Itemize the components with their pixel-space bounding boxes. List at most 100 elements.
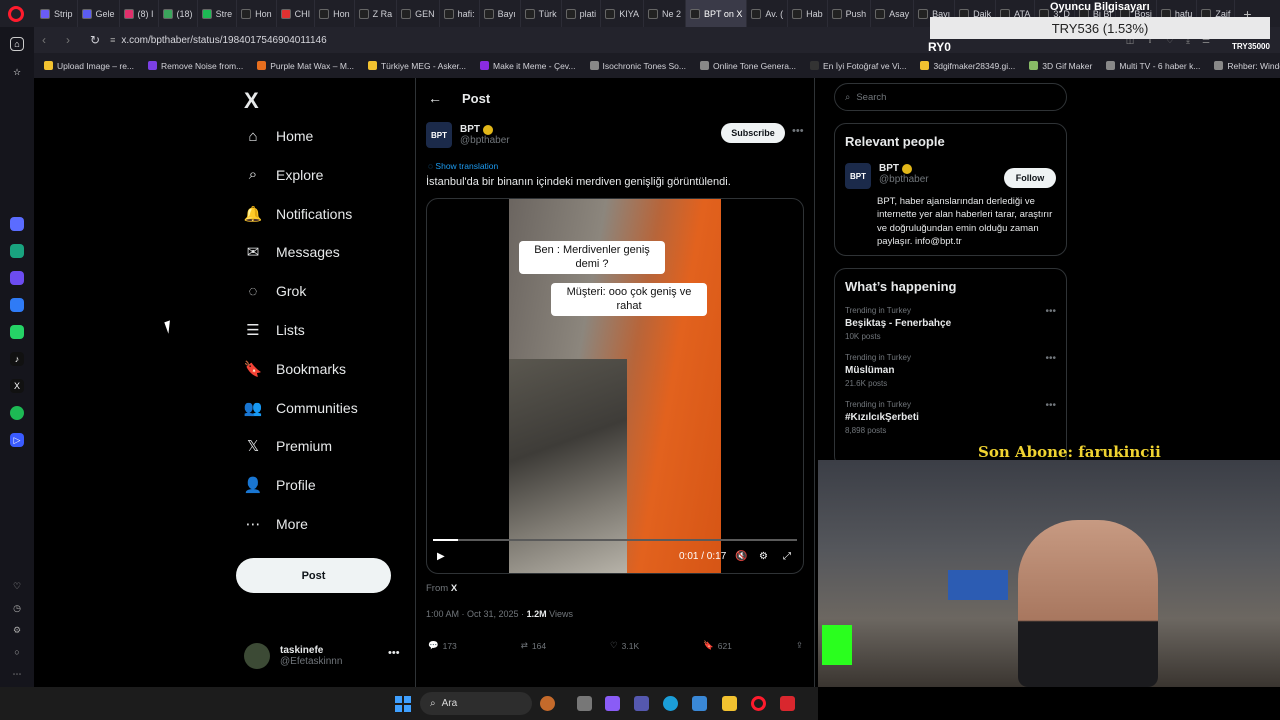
nav-item-bookmarks[interactable]: 🔖 Bookmarks bbox=[244, 360, 346, 378]
trend-item[interactable]: Trending in Turkey Müslüman 21.6K posts ••• bbox=[845, 353, 1056, 388]
share-button[interactable]: ⇪ bbox=[796, 640, 803, 651]
nav-item-explore[interactable]: ⌕ Explore bbox=[244, 166, 324, 184]
browser-tab[interactable]: Türk bbox=[521, 0, 562, 27]
follow-button[interactable]: Follow bbox=[1004, 168, 1056, 188]
url-field[interactable]: x.com/bpthaber/status/198401754690401114… bbox=[121, 35, 326, 46]
history-icon[interactable]: ◷ bbox=[10, 601, 24, 615]
bookmark-item[interactable]: En İyi Fotoğraf ve Vi... bbox=[810, 61, 906, 71]
repost-button[interactable]: ⇄ 164 bbox=[521, 640, 546, 651]
video-progress-bar[interactable] bbox=[433, 539, 797, 541]
copilot-icon[interactable] bbox=[605, 696, 620, 711]
aria-icon[interactable] bbox=[10, 217, 24, 231]
site-info-icon[interactable]: ≡ bbox=[110, 35, 115, 45]
nav-item-communities[interactable]: 👥 Communities bbox=[244, 399, 358, 417]
browser-tab[interactable]: Hon bbox=[237, 0, 277, 27]
author-name[interactable]: BPT bbox=[460, 124, 480, 135]
post-button[interactable]: Post bbox=[236, 558, 391, 593]
author-avatar[interactable]: BPT bbox=[426, 122, 452, 148]
opera-logo-icon[interactable] bbox=[8, 6, 24, 22]
spotify-icon[interactable] bbox=[10, 406, 24, 420]
bookmark-item[interactable]: Purple Mat Wax – M... bbox=[257, 61, 354, 71]
browser-tab[interactable]: Bayı bbox=[480, 0, 521, 27]
teams-icon[interactable] bbox=[634, 696, 649, 711]
nav-item-notifications[interactable]: 🔔 Notifications bbox=[244, 205, 353, 223]
browser-tab[interactable]: BPT on X bbox=[686, 0, 748, 27]
back-icon[interactable]: ‹ bbox=[42, 33, 58, 47]
heart-icon[interactable]: ♡ bbox=[10, 579, 24, 593]
x-app-icon[interactable]: X bbox=[10, 379, 24, 393]
nav-item-grok[interactable]: ◌ Grok bbox=[244, 282, 307, 300]
video-frame[interactable]: Ben : Merdivenler geniş demi ? Müşteri: … bbox=[509, 199, 721, 573]
more-icon[interactable]: ⋯ bbox=[10, 667, 24, 681]
store-icon[interactable] bbox=[692, 696, 707, 711]
video-settings-icon[interactable]: ⚙ bbox=[759, 551, 768, 562]
nav-item-more[interactable]: ⋯ More bbox=[244, 515, 308, 533]
search-input[interactable]: ⌕ Search bbox=[834, 83, 1067, 111]
whatsapp-icon[interactable] bbox=[10, 325, 24, 339]
nav-item-messages[interactable]: ✉ Messages bbox=[244, 243, 340, 261]
reply-button[interactable]: 💬 173 bbox=[428, 640, 457, 651]
browser-tab[interactable]: CHI bbox=[277, 0, 316, 27]
forward-icon[interactable]: › bbox=[66, 33, 82, 47]
back-arrow-icon[interactable]: ← bbox=[428, 90, 442, 106]
bookmark-item[interactable]: 3dgifmaker28349.gi... bbox=[920, 61, 1015, 71]
author-handle[interactable]: @bpthaber bbox=[460, 135, 510, 146]
messenger-icon[interactable] bbox=[10, 298, 24, 312]
nav-item-profile[interactable]: 👤 Profile bbox=[244, 476, 316, 494]
account-switcher[interactable]: taskinefe @Efetaskinnn ••• bbox=[244, 643, 400, 669]
browser-tab[interactable]: Hon bbox=[315, 0, 355, 27]
app-icon[interactable] bbox=[10, 271, 24, 285]
mute-icon[interactable]: 🔇 bbox=[735, 551, 747, 562]
like-button[interactable]: ♡ 3.1K bbox=[610, 640, 639, 651]
browser-tab[interactable]: Z Ra bbox=[355, 0, 398, 27]
tiktok-icon[interactable]: ♪ bbox=[10, 352, 24, 366]
nav-item-lists[interactable]: ☰ Lists bbox=[244, 321, 305, 339]
bookmark-item[interactable]: Isochronic Tones So... bbox=[589, 61, 686, 71]
browser-tab[interactable]: GEN bbox=[397, 0, 440, 27]
bookmark-item[interactable]: 3D Gif Maker bbox=[1029, 61, 1092, 71]
subscribe-button[interactable]: Subscribe bbox=[721, 123, 785, 143]
trend-more-icon[interactable]: ••• bbox=[1045, 306, 1056, 317]
person-name[interactable]: BPT bbox=[879, 163, 899, 174]
browser-tab[interactable]: Gele bbox=[78, 0, 120, 27]
bookmark-item[interactable]: Online Tone Genera... bbox=[700, 61, 796, 71]
bookmark-item[interactable]: Rehber: Windows 1... bbox=[1214, 61, 1280, 71]
edge-icon[interactable] bbox=[663, 696, 678, 711]
trend-more-icon[interactable]: ••• bbox=[1045, 353, 1056, 364]
show-translation-link[interactable]: ◌ Show translation bbox=[428, 161, 498, 171]
browser-tab[interactable]: Strip bbox=[36, 0, 78, 27]
more-icon[interactable]: ••• bbox=[388, 647, 400, 659]
windows-start-icon[interactable] bbox=[395, 696, 411, 712]
video-player[interactable]: Ben : Merdivenler geniş demi ? Müşteri: … bbox=[426, 198, 804, 574]
browser-tab[interactable]: plati bbox=[562, 0, 602, 27]
bookmark-item[interactable]: Make it Meme - Çev... bbox=[480, 61, 576, 71]
bookmark-item[interactable]: Multi TV - 6 haber k... bbox=[1106, 61, 1200, 71]
person-avatar[interactable]: BPT bbox=[845, 163, 871, 189]
bookmark-item[interactable]: Türkiye MEG - Asker... bbox=[367, 61, 466, 71]
post-author[interactable]: BPT BPT @bpthaber bbox=[426, 122, 510, 148]
browser-tab[interactable]: Push bbox=[828, 0, 872, 27]
x-logo-icon[interactable]: X bbox=[244, 88, 259, 114]
browser-tab[interactable]: Asay bbox=[871, 0, 915, 27]
taskbar-search[interactable]: ⌕ Ara bbox=[420, 692, 532, 715]
browser-tab[interactable]: (8) I bbox=[120, 0, 159, 27]
nav-item-home[interactable]: ⌂ Home bbox=[244, 127, 313, 145]
browser-tab[interactable]: Stre bbox=[198, 0, 238, 27]
browser-tab[interactable]: (18) bbox=[159, 0, 198, 27]
browser-tab[interactable]: hafi: bbox=[440, 0, 480, 27]
browser-tab[interactable]: Av. ( bbox=[747, 0, 789, 27]
browser-tab[interactable]: Hab bbox=[788, 0, 828, 27]
star-icon[interactable]: ☆ bbox=[10, 65, 24, 79]
weather-icon[interactable] bbox=[540, 696, 555, 711]
chatgpt-icon[interactable] bbox=[10, 244, 24, 258]
trend-more-icon[interactable]: ••• bbox=[1045, 400, 1056, 411]
app-taskbar-icon[interactable] bbox=[780, 696, 795, 711]
file-explorer-icon[interactable] bbox=[722, 696, 737, 711]
bookmark-button[interactable]: 🔖 621 bbox=[703, 640, 732, 651]
trend-item[interactable]: Trending in Turkey Beşiktaş - Fenerbahçe 1… bbox=[845, 306, 1056, 341]
reload-icon[interactable]: ↻ bbox=[90, 33, 100, 47]
fullscreen-icon[interactable]: ⤢ bbox=[783, 551, 791, 562]
trend-item[interactable]: Trending in Turkey #KızılcıkŞerbeti 8,898 … bbox=[845, 400, 1056, 435]
browser-tab[interactable]: Ne 2 bbox=[644, 0, 687, 27]
settings-icon[interactable]: ⚙ bbox=[10, 623, 24, 637]
